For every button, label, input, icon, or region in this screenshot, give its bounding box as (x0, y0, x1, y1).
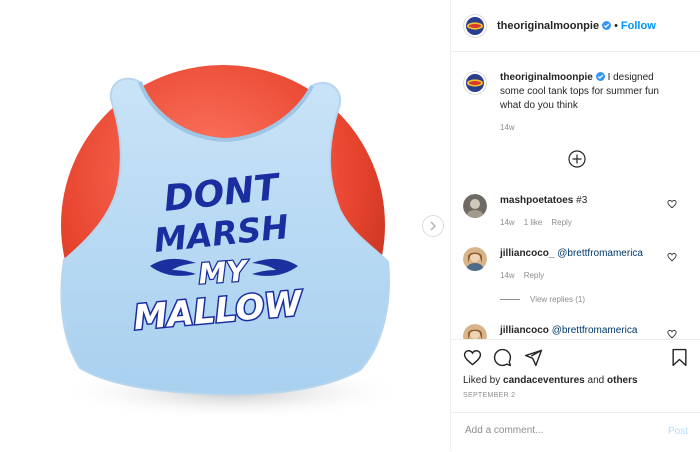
post-image: DONT MARSH MY MALLOW (57, 65, 407, 420)
comment-meta: 14w Reply (500, 271, 553, 280)
comment-username[interactable]: mashpoetatoes (500, 195, 573, 206)
chevron-right-icon (430, 221, 436, 231)
moonpie-avatar[interactable] (463, 13, 487, 38)
next-media-button[interactable] (422, 215, 444, 237)
liked-user[interactable]: candaceventures (503, 375, 585, 386)
add-comment-icon[interactable] (568, 150, 586, 168)
verified-badge-icon (602, 21, 612, 30)
comment-body: jilliancoco @brettfromamerica (500, 324, 670, 338)
share-icon[interactable] (524, 348, 543, 367)
caption-body: theoriginalmoonpie I designed some cool … (500, 71, 670, 113)
heart-icon[interactable] (667, 252, 677, 262)
comment-mention[interactable]: @brettfromamerica (557, 248, 643, 259)
comment-text: #3 (576, 195, 588, 206)
comment-username[interactable]: jilliancoco (500, 325, 549, 336)
tank-text-line3: MY (197, 254, 250, 290)
liked-others[interactable]: others (607, 375, 638, 386)
instagram-post: DONT MARSH MY MALLOW theoriginalmoonpie (0, 0, 700, 451)
heart-icon[interactable] (667, 329, 677, 339)
comment-body: mashpoetatoes #3 (500, 194, 670, 208)
comment-mention[interactable]: @brettfromamerica (552, 325, 638, 336)
reply-button[interactable]: Reply (524, 271, 544, 280)
caption-username[interactable]: theoriginalmoonpie (500, 72, 593, 83)
post-date[interactable]: SEPTEMBER 2 (463, 392, 515, 399)
post-actions: Liked by candaceventures and others SEPT… (451, 339, 700, 451)
comments-list[interactable]: theoriginalmoonpie I designed some cool … (451, 52, 700, 339)
comment-icon[interactable] (493, 348, 512, 367)
post-media: DONT MARSH MY MALLOW (0, 0, 450, 451)
add-comment-bar: Post (451, 412, 700, 452)
avatar[interactable] (463, 194, 487, 218)
caption-time[interactable]: 14w (500, 123, 515, 132)
replies-divider (500, 299, 520, 300)
comment-time[interactable]: 14w (500, 271, 515, 280)
header-separator: • (614, 19, 618, 32)
comment-body: jilliancoco_ @brettfromamerica (500, 247, 670, 261)
caption-meta: 14w (500, 123, 524, 132)
likes-summary: Liked by candaceventures and others (463, 375, 638, 386)
bookmark-icon[interactable] (670, 348, 689, 367)
view-replies-label: View replies (1) (530, 295, 585, 304)
moonpie-avatar[interactable] (463, 71, 487, 95)
heart-icon[interactable] (463, 348, 482, 367)
liked-prefix: Liked by (463, 375, 501, 386)
view-replies-button[interactable]: View replies (1) (500, 295, 585, 304)
liked-and: and (587, 375, 605, 386)
comment-username[interactable]: jilliancoco_ (500, 248, 554, 259)
header-username[interactable]: theoriginalmoonpie (497, 20, 599, 32)
avatar[interactable] (463, 247, 487, 271)
comment-time[interactable]: 14w (500, 218, 515, 227)
post-header: theoriginalmoonpie • Follow (451, 0, 700, 52)
heart-icon[interactable] (667, 199, 677, 209)
reply-button[interactable]: Reply (551, 218, 571, 227)
verified-badge-icon (595, 72, 605, 81)
comment-meta: 14w 1 like Reply (500, 218, 581, 227)
comment-likes[interactable]: 1 like (524, 218, 543, 227)
comment-input[interactable] (463, 424, 647, 437)
follow-button[interactable]: Follow (621, 20, 656, 32)
post-side-panel: theoriginalmoonpie • Follow theoriginalm… (450, 0, 700, 451)
post-comment-button[interactable]: Post (668, 426, 688, 437)
avatar[interactable] (463, 324, 487, 339)
